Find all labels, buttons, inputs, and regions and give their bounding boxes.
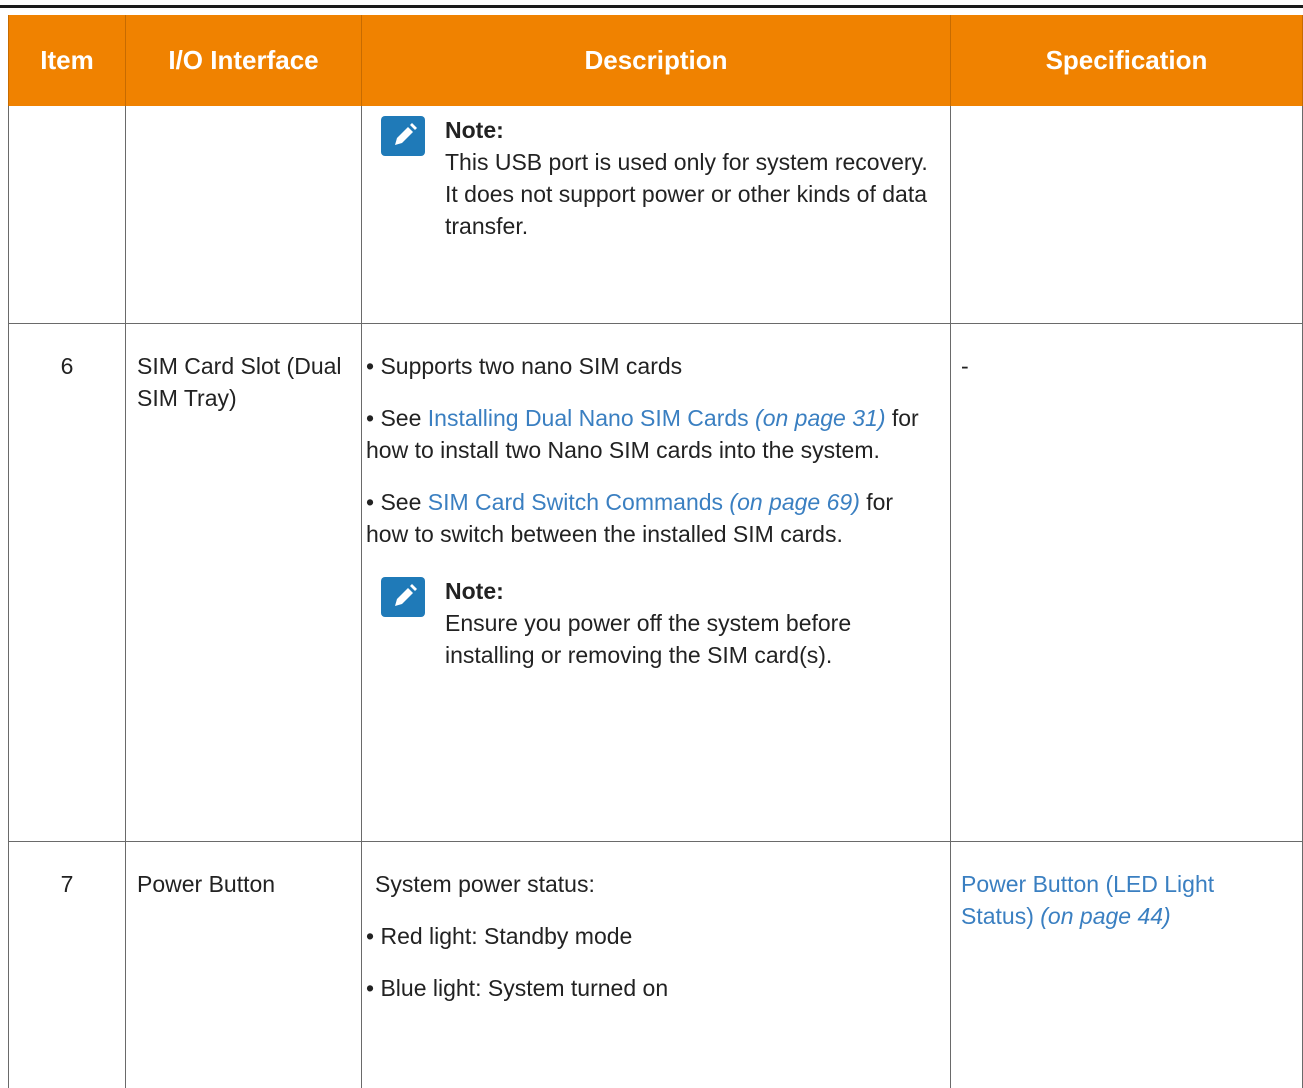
header-io-interface: I/O Interface (126, 15, 362, 106)
bullet-marker: • (366, 405, 374, 431)
page-reference[interactable]: (on page 44) (1040, 903, 1170, 929)
bullet-text: See (380, 405, 421, 431)
specification-cell (951, 106, 1303, 324)
note-title: Note: (445, 575, 940, 607)
note-title: Note: (445, 114, 940, 146)
description-cell: • Supports two nano SIM cards • See Inst… (362, 324, 951, 842)
item-number: 6 (9, 324, 126, 842)
bullet-text: Red light: Standby mode (380, 923, 632, 949)
item-number: 7 (9, 842, 126, 1088)
pencil-icon (381, 116, 425, 156)
page-reference[interactable]: (on page 31) (755, 405, 885, 431)
list-item: • See SIM Card Switch Commands (on page … (366, 486, 940, 550)
description-cell: System power status: • Red light: Standb… (362, 842, 951, 1088)
specification-value: - (951, 324, 1303, 842)
interface-cell (126, 106, 362, 324)
list-item: • Blue light: System turned on (366, 972, 940, 1004)
note-block: Note: Ensure you power off the system be… (366, 574, 940, 671)
bullet-marker: • (366, 975, 374, 1001)
note-text: Ensure you power off the system before i… (445, 607, 940, 671)
bullet-marker: • (366, 353, 374, 379)
table-row: Note: This USB port is used only for sys… (9, 106, 1303, 324)
interface-name: Power Button (126, 842, 362, 1088)
bullet-text: Blue light: System turned on (380, 975, 668, 1001)
bullet-text: Supports two nano SIM cards (380, 353, 682, 379)
list-item: • Supports two nano SIM cards (366, 350, 940, 382)
bullet-marker: • (366, 489, 374, 515)
note-block: Note: This USB port is used only for sys… (366, 113, 940, 242)
page-reference[interactable]: (on page 69) (729, 489, 859, 515)
intro-text: System power status: (366, 868, 940, 900)
sim-switch-link[interactable]: SIM Card Switch Commands (428, 489, 723, 515)
table-row: 7 Power Button System power status: • Re… (9, 842, 1303, 1088)
item-cell (9, 106, 126, 324)
bullet-marker: • (366, 923, 374, 949)
note-text: This USB port is used only for system re… (445, 146, 940, 242)
list-item: • Red light: Standby mode (366, 920, 940, 952)
pencil-icon (381, 577, 425, 617)
interface-name: SIM Card Slot (Dual SIM Tray) (126, 324, 362, 842)
header-description: Description (362, 15, 951, 106)
description-cell: Note: This USB port is used only for sys… (362, 106, 951, 324)
bullet-text: See (380, 489, 421, 515)
header-specification: Specification (951, 15, 1303, 106)
io-interface-table: Item I/O Interface Description Specifica… (8, 15, 1303, 1088)
table-row: 6 SIM Card Slot (Dual SIM Tray) • Suppor… (9, 324, 1303, 842)
installing-sim-link[interactable]: Installing Dual Nano SIM Cards (428, 405, 749, 431)
header-row: Item I/O Interface Description Specifica… (9, 15, 1303, 106)
list-item: • See Installing Dual Nano SIM Cards (on… (366, 402, 940, 466)
header-item: Item (9, 15, 126, 106)
top-rule (0, 5, 1303, 8)
specification-cell: Power Button (LED Light Status) (on page… (951, 842, 1303, 1088)
